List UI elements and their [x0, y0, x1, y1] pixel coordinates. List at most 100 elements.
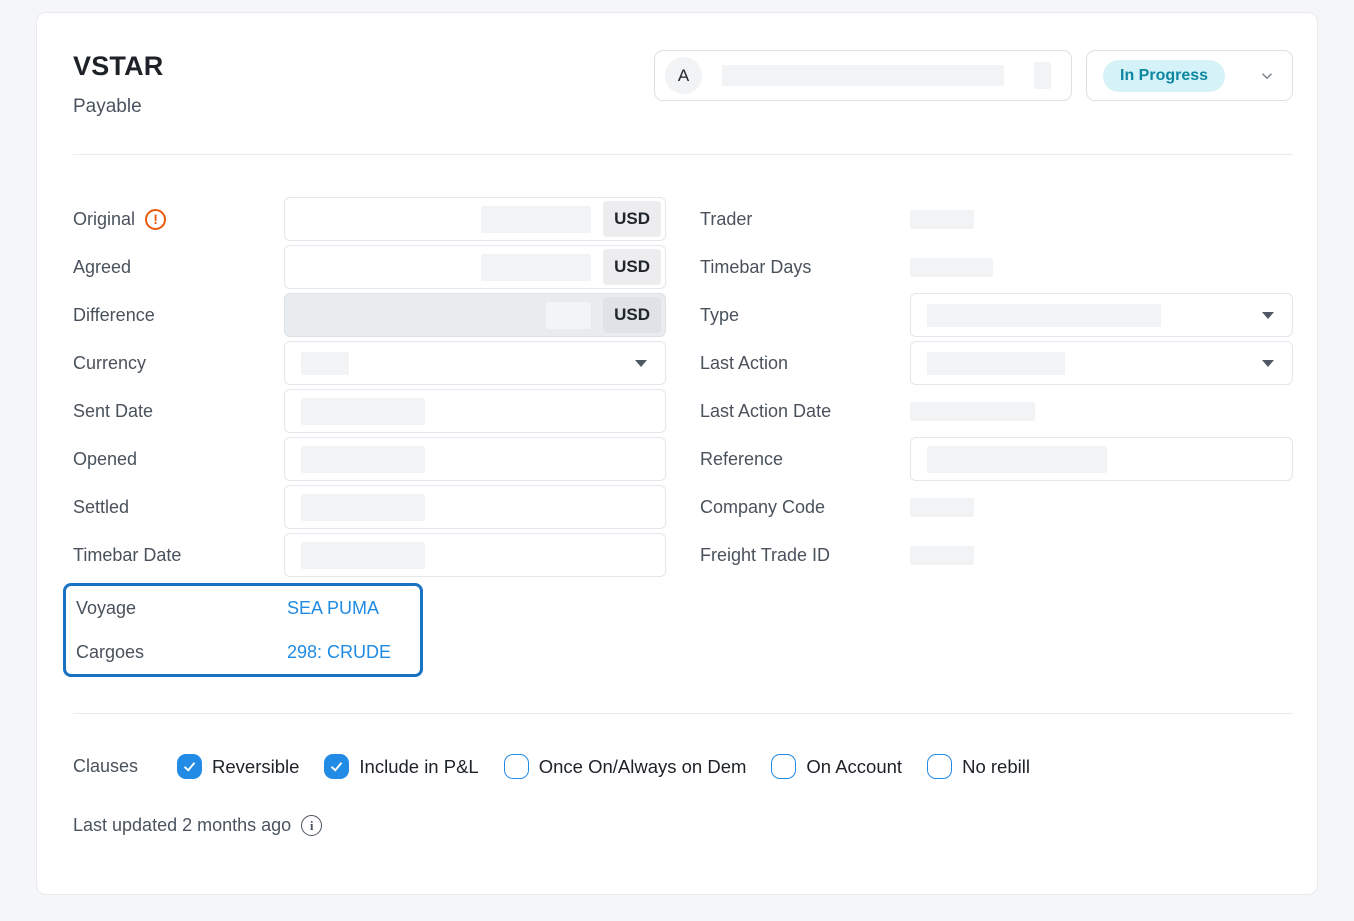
clause-reversible[interactable]: Reversible [177, 754, 299, 779]
header-divider [73, 154, 1293, 155]
form-column-left: Original ! USD Agreed USD Difference [73, 197, 666, 677]
header-actions: A In Progress [654, 50, 1293, 101]
type-label: Type [700, 305, 910, 326]
chevron-down-icon [1258, 67, 1276, 85]
redacted-value [301, 398, 425, 425]
field-row-last-action-date: Last Action Date [700, 389, 1293, 433]
field-row-trader: Trader [700, 197, 1293, 241]
field-row-type: Type [700, 293, 1293, 337]
type-select[interactable] [910, 293, 1293, 337]
timebar-date-input[interactable] [284, 533, 666, 577]
redacted-value [910, 402, 1035, 421]
checkbox-unchecked-icon[interactable] [927, 754, 952, 779]
page-subtitle: Payable [73, 96, 164, 118]
last-action-date-label: Last Action Date [700, 401, 910, 422]
timebar-days-label: Timebar Days [700, 257, 910, 278]
clauses-row: Clauses Reversible Include in P&L Once O… [73, 754, 1281, 779]
redacted-value [927, 304, 1161, 327]
payable-card: VSTAR Payable A In Progress Original ! [36, 12, 1318, 895]
avatar: A [665, 57, 702, 94]
caret-down-icon [1262, 360, 1274, 367]
redacted-value [910, 546, 974, 565]
form-column-right: Trader Timebar Days Type Last Action [700, 197, 1293, 677]
freight-trade-id-label: Freight Trade ID [700, 545, 910, 566]
status-dropdown[interactable]: In Progress [1086, 50, 1293, 101]
currency-suffix: USD [603, 249, 661, 285]
field-row-opened: Opened [73, 437, 666, 481]
settled-label: Settled [73, 497, 284, 518]
original-label: Original [73, 209, 135, 230]
currency-suffix: USD [603, 201, 661, 237]
field-row-cargoes: Cargoes 298: CRUDE [76, 632, 420, 672]
opened-input[interactable] [284, 437, 666, 481]
checkbox-checked-icon[interactable] [324, 754, 349, 779]
field-row-reference: Reference [700, 437, 1293, 481]
clause-once-on-always-on-dem[interactable]: Once On/Always on Dem [504, 754, 747, 779]
field-row-agreed: Agreed USD [73, 245, 666, 289]
field-row-timebar-days: Timebar Days [700, 245, 1293, 289]
voyage-cargoes-highlight: Voyage SEA PUMA Cargoes 298: CRUDE [63, 583, 423, 677]
reference-input[interactable] [910, 437, 1293, 481]
difference-input: USD [284, 293, 666, 337]
page-title: VSTAR [73, 51, 164, 82]
clause-label: Include in P&L [359, 756, 478, 778]
clause-label: Reversible [212, 756, 299, 778]
cargoes-label: Cargoes [76, 642, 287, 663]
clauses-divider [73, 713, 1293, 714]
clause-include-in-pl[interactable]: Include in P&L [324, 754, 478, 779]
redacted-value [301, 494, 425, 521]
assignee-selector[interactable]: A [654, 50, 1072, 101]
field-row-freight-trade-id: Freight Trade ID [700, 533, 1293, 577]
agreed-label: Agreed [73, 257, 284, 278]
info-icon[interactable]: i [301, 815, 322, 836]
sent-date-input[interactable] [284, 389, 666, 433]
voyage-link[interactable]: SEA PUMA [287, 598, 379, 619]
last-action-label: Last Action [700, 353, 910, 374]
currency-label: Currency [73, 353, 284, 374]
field-row-settled: Settled [73, 485, 666, 529]
cargoes-link[interactable]: 298: CRUDE [287, 642, 391, 663]
currency-suffix: USD [603, 297, 661, 333]
clause-label: On Account [806, 756, 902, 778]
redacted-value [910, 498, 974, 517]
last-action-select[interactable] [910, 341, 1293, 385]
voyage-label: Voyage [76, 598, 287, 619]
clause-no-rebill[interactable]: No rebill [927, 754, 1030, 779]
trader-label: Trader [700, 209, 910, 230]
caret-down-icon [635, 360, 647, 367]
form-grid: Original ! USD Agreed USD Difference [73, 197, 1293, 677]
agreed-input[interactable]: USD [284, 245, 666, 289]
redacted-value [910, 258, 993, 277]
redacted-value [481, 254, 591, 281]
redacted-assignee-control [1034, 62, 1051, 89]
clause-on-account[interactable]: On Account [771, 754, 902, 779]
original-input[interactable]: USD [284, 197, 666, 241]
last-updated-text: Last updated 2 months ago [73, 815, 291, 836]
checkbox-checked-icon[interactable] [177, 754, 202, 779]
warning-icon: ! [145, 209, 166, 230]
redacted-value [910, 210, 974, 229]
company-code-label: Company Code [700, 497, 910, 518]
redacted-value [927, 352, 1065, 375]
redacted-value [546, 302, 591, 329]
redacted-value [301, 446, 425, 473]
status-badge: In Progress [1103, 60, 1225, 92]
redacted-value [301, 542, 425, 569]
title-block: VSTAR Payable [73, 51, 164, 118]
redacted-value [481, 206, 591, 233]
checkbox-unchecked-icon[interactable] [504, 754, 529, 779]
field-row-sent-date: Sent Date [73, 389, 666, 433]
settled-input[interactable] [284, 485, 666, 529]
clause-label: Once On/Always on Dem [539, 756, 747, 778]
clause-label: No rebill [962, 756, 1030, 778]
clauses-label: Clauses [73, 756, 177, 777]
redacted-value [301, 352, 349, 375]
field-row-last-action: Last Action [700, 341, 1293, 385]
redacted-assignee-name [722, 65, 1004, 86]
currency-select[interactable] [284, 341, 666, 385]
checkbox-unchecked-icon[interactable] [771, 754, 796, 779]
field-row-timebar-date: Timebar Date [73, 533, 666, 577]
field-row-voyage: Voyage SEA PUMA [76, 588, 420, 628]
field-row-company-code: Company Code [700, 485, 1293, 529]
caret-down-icon [1262, 312, 1274, 319]
